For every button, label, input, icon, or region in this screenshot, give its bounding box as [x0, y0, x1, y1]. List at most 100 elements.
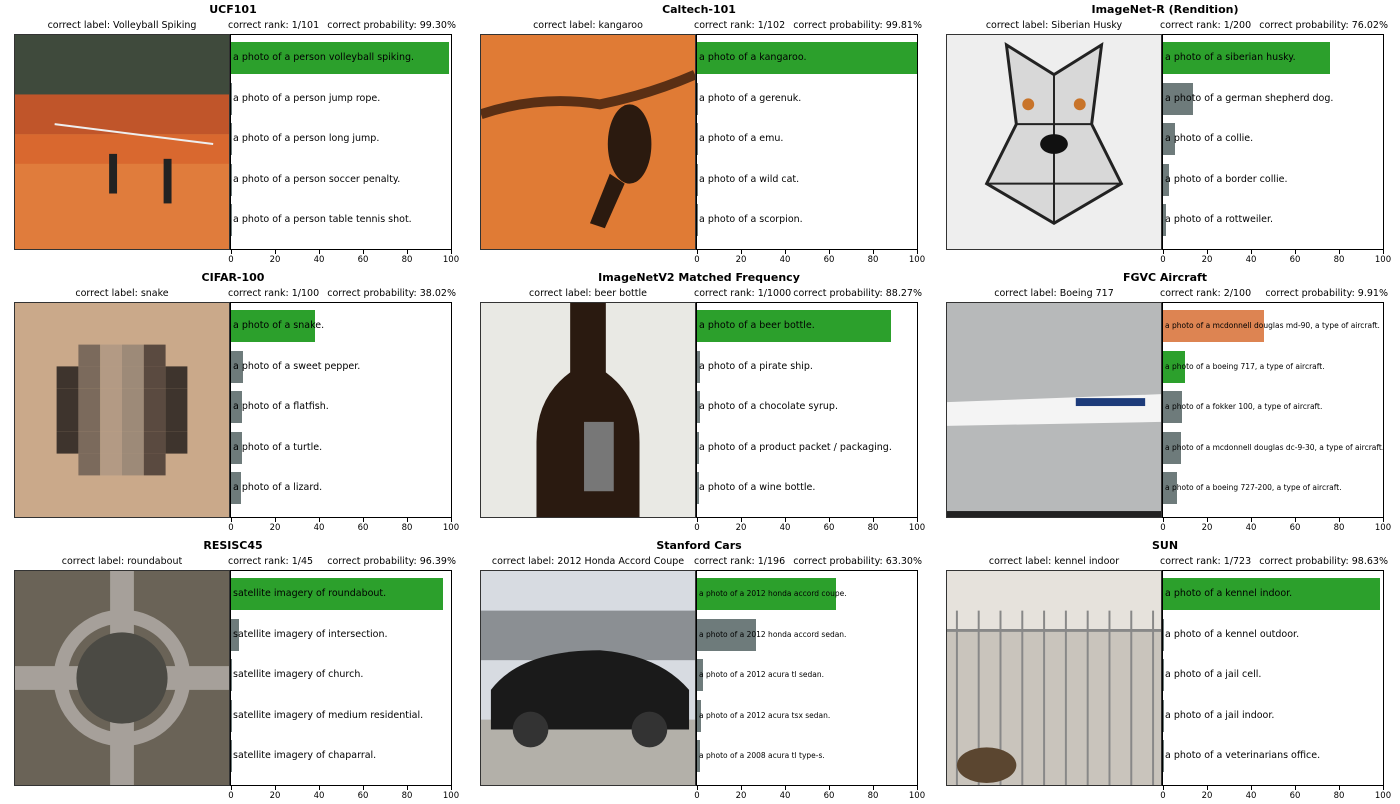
- bar-label: a photo of a 2012 acura tl sedan.: [699, 670, 825, 680]
- x-tick: [1251, 250, 1252, 254]
- correct-probability: correct probability: 99.81%: [793, 20, 922, 31]
- x-tick-label: 40: [1245, 255, 1257, 265]
- bar-label: a photo of a german shepherd dog.: [1165, 92, 1334, 104]
- bar-other: [1163, 659, 1164, 692]
- correct-label: correct label: Siberian Husky: [985, 20, 1123, 31]
- panel-title: FGVC Aircraft: [1122, 271, 1208, 284]
- x-tick-label: 80: [1333, 523, 1345, 533]
- x-tick-label: 20: [1201, 523, 1213, 533]
- x-tick: [275, 518, 276, 522]
- kennel-photo: [947, 571, 1161, 785]
- x-tick: [741, 250, 742, 254]
- bar-label: satellite imagery of chaparral.: [233, 750, 377, 762]
- bar-label: a photo of a person long jump.: [233, 133, 380, 145]
- x-tick-label: 0: [1160, 791, 1166, 801]
- x-axis: 0 20 40 60 80 100: [228, 250, 459, 266]
- bar-label: a photo of a siberian husky.: [1165, 52, 1296, 63]
- chart-panel: ImageNetV2 Matched Frequency correct labe…: [466, 268, 932, 536]
- x-tick-label: 40: [313, 523, 325, 533]
- bar-label: a photo of a kennel indoor.: [1165, 588, 1293, 599]
- panel-title: ImageNetV2 Matched Frequency: [598, 271, 800, 284]
- x-tick: [1295, 250, 1296, 254]
- correct-probability: correct probability: 63.30%: [793, 556, 922, 567]
- x-tick: [275, 250, 276, 254]
- x-tick: [1383, 786, 1384, 790]
- x-axis: 0 20 40 60 80 100: [1160, 250, 1391, 266]
- bar-other: [1163, 740, 1164, 773]
- x-tick-label: 0: [694, 791, 700, 801]
- x-tick-label: 40: [779, 791, 791, 801]
- x-tick: [829, 786, 830, 790]
- x-tick-label: 20: [1201, 791, 1213, 801]
- correct-label: correct label: roundabout: [61, 556, 183, 567]
- bar-label: a photo of a lizard.: [233, 482, 323, 494]
- bar-plot: a photo of a 2012 honda accord coupe. a p…: [696, 570, 918, 786]
- correct-rank: correct rank: 1/45: [228, 556, 314, 567]
- bar-other: [231, 699, 232, 732]
- kangaroo-photo: [481, 35, 695, 249]
- bar-label: a photo of a collie.: [1165, 133, 1254, 145]
- bar-label: a photo of a 2008 acura tl type-s.: [699, 751, 825, 761]
- sample-image: [946, 570, 1162, 786]
- car-photo: [481, 571, 695, 785]
- x-tick-label: 60: [823, 523, 835, 533]
- correct-rank: correct rank: 1/100: [228, 288, 320, 299]
- x-tick-label: 60: [1289, 523, 1301, 533]
- x-tick-label: 0: [694, 255, 700, 265]
- correct-rank: correct rank: 1/102: [694, 20, 786, 31]
- x-tick-label: 100: [442, 523, 460, 533]
- bar-label: a photo of a product packet / packaging.: [699, 441, 892, 453]
- sample-image: [480, 302, 696, 518]
- x-tick: [319, 786, 320, 790]
- x-tick-label: 40: [313, 255, 325, 265]
- bar-other: [231, 123, 232, 156]
- correct-rank: correct rank: 1/196: [694, 556, 786, 567]
- x-tick-label: 20: [269, 523, 281, 533]
- x-tick-label: 100: [1374, 523, 1392, 533]
- chart-panel: CIFAR-100 correct label: snake correct ran…: [0, 268, 466, 536]
- x-tick: [407, 786, 408, 790]
- bar-label: a photo of a boeing 727-200, a type of a…: [1165, 483, 1342, 493]
- bar-label: a photo of a jail indoor.: [1165, 709, 1275, 721]
- correct-label: correct label: beer bottle: [529, 288, 647, 299]
- bar-other: [697, 123, 698, 156]
- x-tick: [697, 518, 698, 522]
- bar-label: a photo of a turtle.: [233, 441, 323, 453]
- x-tick: [363, 518, 364, 522]
- x-tick-label: 100: [1374, 791, 1392, 801]
- bar-other: [231, 740, 232, 773]
- x-tick-label: 20: [1201, 255, 1213, 265]
- bar-label: a photo of a emu.: [699, 133, 784, 145]
- bar-other: [231, 204, 232, 237]
- x-tick-label: 0: [1160, 523, 1166, 533]
- bar-other: [697, 204, 698, 237]
- bar-label: a photo of a kangaroo.: [699, 52, 807, 63]
- x-tick-label: 80: [867, 791, 879, 801]
- x-axis: 0 20 40 60 80 100: [1160, 518, 1391, 534]
- panel-title: CIFAR-100: [201, 271, 265, 284]
- bar-plot: a photo of a mcdonnell douglas md-90, a …: [1162, 302, 1384, 518]
- x-tick-label: 80: [1333, 791, 1345, 801]
- x-tick: [1295, 786, 1296, 790]
- x-tick: [1383, 518, 1384, 522]
- x-tick: [451, 786, 452, 790]
- x-tick: [917, 786, 918, 790]
- sample-image: [480, 570, 696, 786]
- x-axis: 0 20 40 60 80 100: [228, 518, 459, 534]
- bar-plot: a photo of a kennel indoor. a photo of a …: [1162, 570, 1384, 786]
- correct-probability: correct probability: 98.63%: [1259, 556, 1388, 567]
- bar-label: a photo of a 2012 acura tsx sedan.: [699, 710, 831, 720]
- x-tick: [1251, 518, 1252, 522]
- x-tick-label: 40: [779, 523, 791, 533]
- panel-title: Caltech-101: [662, 3, 736, 16]
- x-tick: [231, 786, 232, 790]
- correct-label: correct label: 2012 Honda Accord Coupe: [491, 556, 685, 567]
- bar-label: a photo of a flatfish.: [233, 401, 329, 413]
- x-tick-label: 60: [357, 523, 369, 533]
- x-tick: [917, 250, 918, 254]
- x-tick-label: 80: [401, 791, 413, 801]
- x-axis: 0 20 40 60 80 100: [228, 786, 459, 802]
- x-tick-label: 20: [735, 523, 747, 533]
- bar-label: a photo of a snake.: [233, 320, 325, 331]
- sample-image: [14, 570, 230, 786]
